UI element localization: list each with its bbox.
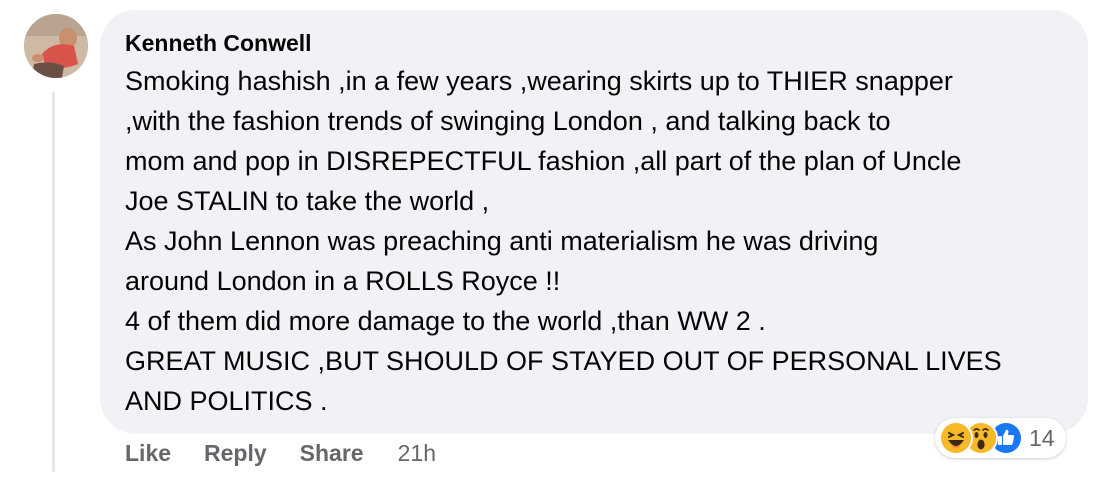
comment-text-line: around London in a ROLLS Royce !! [125, 266, 561, 296]
reactions-summary[interactable]: 14 [935, 418, 1066, 458]
comment-text-line: Joe STALIN to take the world , [125, 186, 490, 216]
avatar-photo [24, 14, 88, 78]
thread-connector-line [52, 92, 55, 472]
comment-text-line: Smoking hashish ,in a few years ,wearing… [125, 66, 953, 96]
comment-author-name[interactable]: Kenneth Conwell [125, 28, 1064, 58]
haha-icon [939, 421, 973, 455]
comment-text-line: As John Lennon was preaching anti materi… [125, 226, 879, 256]
comment-text-line: GREAT MUSIC ,BUT SHOULD OF STAYED OUT OF… [125, 346, 1002, 376]
comment-text-line: 4 of them did more damage to the world ,… [125, 306, 766, 336]
share-button[interactable]: Share [300, 440, 364, 467]
reaction-count: 14 [1029, 424, 1055, 451]
comment-bubble: Kenneth Conwell Smoking hashish ,in a fe… [100, 10, 1088, 434]
comment-text-line: ,with the fashion trends of swinging Lon… [125, 106, 891, 136]
like-button[interactable]: Like [125, 440, 171, 467]
comment-timestamp[interactable]: 21h [398, 440, 436, 467]
avatar[interactable] [24, 14, 88, 78]
comment-text: Smoking hashish ,in a few years ,wearing… [125, 61, 1064, 421]
comment-text-line: AND POLITICS . [125, 386, 328, 416]
reply-button[interactable]: Reply [204, 440, 267, 467]
comment-text-line: mom and pop in DISREPECTFUL fashion ,all… [125, 146, 962, 176]
comment-actions: Like Reply Share 21h [125, 437, 436, 469]
